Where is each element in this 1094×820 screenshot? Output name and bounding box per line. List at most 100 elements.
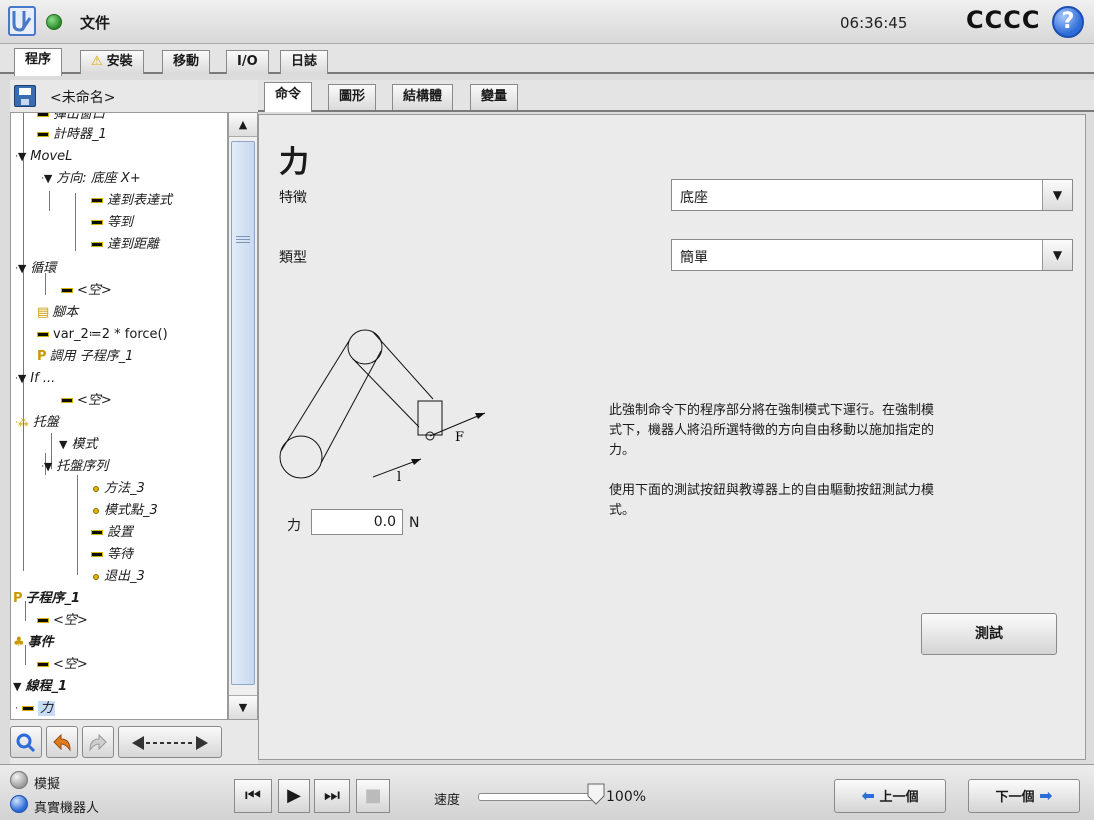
- tree-node[interactable]: 達到距離: [91, 235, 159, 255]
- tree-node[interactable]: ▼ 線程_1: [13, 677, 67, 697]
- tree-toolbar: [10, 724, 258, 760]
- tree-node[interactable]: <空>: [37, 611, 88, 631]
- tab-program[interactable]: 程序: [14, 48, 63, 76]
- file-menu[interactable]: 文件: [80, 12, 110, 33]
- page-title: 力: [279, 145, 309, 180]
- tree-node[interactable]: ᐧ▼ 方向: 底座 X+: [41, 169, 141, 189]
- step-button[interactable]: ⏭: [314, 779, 350, 813]
- tree-node[interactable]: <空>: [61, 281, 112, 301]
- command-icon: [37, 132, 49, 137]
- stop-icon: ■: [364, 785, 382, 806]
- command-icon: [37, 332, 49, 337]
- tree-node[interactable]: 等到: [91, 213, 133, 233]
- command-icon: [91, 242, 103, 247]
- stop-button[interactable]: ■: [356, 779, 390, 813]
- redo-button[interactable]: [82, 726, 114, 758]
- main-tabs: 程序 ⚠ 安裝 移動 I/O 日誌: [0, 44, 1094, 76]
- tree-node[interactable]: 彈出窗口: [37, 113, 105, 125]
- tab-log[interactable]: 日誌: [280, 50, 329, 74]
- next-button[interactable]: 下一個 ➡: [968, 779, 1080, 813]
- scroll-up-button[interactable]: ▲: [229, 113, 257, 137]
- skip-back-icon: ⏮: [244, 785, 262, 806]
- simulation-radio-icon[interactable]: [10, 771, 28, 789]
- speed-value: 100%: [606, 789, 647, 805]
- tree-node[interactable]: var_2≔2 * force(): [37, 325, 168, 345]
- tab-installation[interactable]: ⚠ 安裝: [80, 50, 144, 74]
- tree-node[interactable]: 達到表達式: [91, 191, 172, 211]
- tree-node[interactable]: P 子程序_1: [13, 589, 80, 609]
- command-icon: [91, 552, 103, 557]
- tree-node[interactable]: ᐧ▼ 循環: [15, 259, 56, 279]
- warning-icon: ⚠: [91, 54, 103, 69]
- tree-node[interactable]: ᐧ⁂ 托盤: [15, 413, 59, 433]
- tree-node[interactable]: <空>: [37, 655, 88, 675]
- force-input[interactable]: 0.0: [311, 509, 403, 535]
- real-robot-label[interactable]: 真實機器人: [34, 797, 99, 816]
- force-unit: N: [409, 515, 420, 531]
- pallet-icon: ᐧ⁂: [15, 416, 29, 429]
- tree-node[interactable]: P 調用 子程序_1: [37, 347, 133, 367]
- move-node-button[interactable]: [118, 726, 222, 758]
- command-icon: [91, 198, 103, 203]
- tree-node[interactable]: ᐧ▼ If ...: [15, 369, 55, 389]
- tree-node[interactable]: 等待: [91, 545, 133, 565]
- test-button[interactable]: 測試: [921, 613, 1057, 655]
- help-button[interactable]: ?: [1052, 6, 1084, 38]
- tree-node-selected[interactable]: ᐧ力: [15, 699, 55, 719]
- command-icon: [21, 706, 34, 711]
- command-icon: [61, 288, 73, 293]
- previous-button[interactable]: ⬅ 上一個: [834, 779, 946, 813]
- feature-select[interactable]: 底座 ▼: [671, 179, 1073, 211]
- tree-node[interactable]: 計時器_1: [37, 125, 107, 145]
- command-icon: [91, 220, 103, 225]
- play-button[interactable]: ▶: [278, 779, 310, 813]
- tree-node[interactable]: ▤ 腳本: [37, 303, 78, 323]
- real-robot-radio-icon[interactable]: [10, 795, 28, 813]
- robot-name: CCCC: [966, 6, 1041, 34]
- tab-structure[interactable]: 結構體: [392, 84, 454, 110]
- tree-scrollbar[interactable]: ▲ ▼: [228, 112, 258, 720]
- expand-icon: ᐧ▼: [15, 262, 27, 275]
- tree-node[interactable]: 退出_3: [93, 567, 145, 587]
- tab-io[interactable]: I/O: [226, 50, 269, 74]
- tree-node[interactable]: <空>: [61, 391, 112, 411]
- scroll-down-button[interactable]: ▼: [229, 695, 257, 719]
- tab-command[interactable]: 命令: [264, 82, 313, 112]
- expand-icon: ▼: [13, 680, 22, 693]
- tree-node[interactable]: ▼ 模式: [59, 435, 97, 455]
- tree-node[interactable]: 方法_3: [93, 479, 145, 499]
- tab-graphics[interactable]: 圖形: [328, 84, 377, 110]
- tree-node[interactable]: 模式點_3: [93, 501, 158, 521]
- search-icon: [16, 733, 36, 753]
- test-description: 使用下面的測試按鈕與教導器上的自由驅動按鈕測試力模 式。: [609, 483, 935, 518]
- force-description: 此強制命令下的程序部分將在強制模式下運行。在強制模 式下，機器人將沿所選特徵的方…: [609, 403, 935, 458]
- ur-logo-icon: [8, 6, 36, 36]
- command-icon: [37, 662, 49, 667]
- tree-node[interactable]: ♣ 事件: [13, 633, 54, 653]
- type-select[interactable]: 簡單 ▼: [671, 239, 1073, 271]
- tree-node[interactable]: ᐧ▼ 托盤序列: [41, 457, 108, 477]
- redo-icon: [89, 733, 107, 752]
- rewind-button[interactable]: ⏮: [234, 779, 272, 813]
- expand-icon: ᐧ▼: [15, 372, 27, 385]
- speed-slider-handle[interactable]: [587, 783, 605, 805]
- bottom-bar: 模擬 真實機器人 ⏮ ▶ ⏭ ■ 速度 100% ⬅ 上一個 下一個 ➡: [0, 764, 1094, 820]
- clock: 06:36:45: [840, 14, 908, 32]
- simulation-label[interactable]: 模擬: [34, 773, 60, 792]
- tree-node[interactable]: 設置: [91, 523, 133, 543]
- program-tree[interactable]: 彈出窗口 計時器_1 ᐧ▼ MoveL ᐧ▼ 方向: 底座 X+ 達到表達式 等到 …: [10, 112, 228, 720]
- command-icon: [37, 618, 49, 623]
- status-indicator-icon: [46, 14, 62, 30]
- save-icon[interactable]: [14, 85, 36, 107]
- undo-button[interactable]: [46, 726, 78, 758]
- expand-icon: ᐧ▼: [15, 150, 27, 163]
- scroll-thumb[interactable]: [231, 141, 255, 685]
- tree-node[interactable]: ᐧ▼ MoveL: [15, 147, 72, 167]
- chevron-down-icon: ▼: [1042, 240, 1072, 270]
- program-header: <未命名>: [10, 80, 258, 110]
- tab-variables[interactable]: 變量: [470, 84, 519, 110]
- program-tree-panel: <未命名> 彈出窗口 計時器_1 ᐧ▼ MoveL ᐧ▼ 方向: 底座 X+ 達到表…: [10, 80, 258, 764]
- tab-move[interactable]: 移動: [162, 50, 211, 74]
- search-button[interactable]: [10, 726, 42, 758]
- speed-slider[interactable]: [478, 793, 596, 801]
